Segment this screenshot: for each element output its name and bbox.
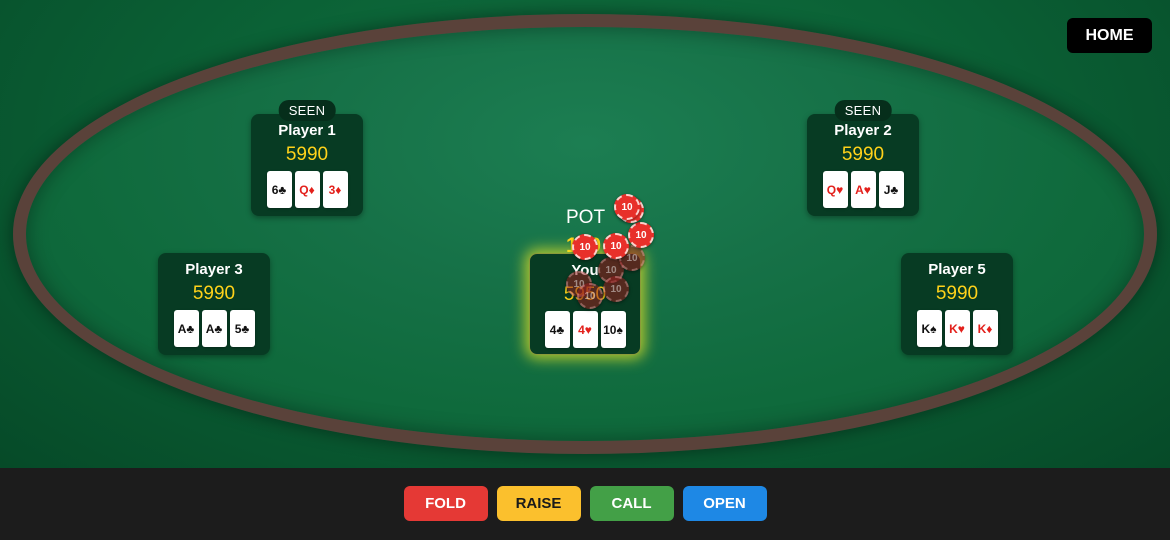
fold-button[interactable]: FOLD — [403, 486, 488, 521]
player-hand: Q♥ A♥ J♣ — [807, 171, 919, 208]
player-hand: 4♣ 4♥ 10♠ — [530, 311, 640, 348]
player-hand: A♣ A♣ 5♣ — [158, 310, 270, 347]
open-button[interactable]: OPEN — [682, 486, 767, 521]
poker-chip: 10 — [572, 234, 598, 260]
seen-badge: SEEN — [834, 100, 892, 121]
playing-card: 6♣ — [266, 171, 292, 208]
poker-chip: 10 — [603, 233, 629, 259]
player-name: Player 5 — [928, 261, 986, 278]
playing-card: Q♥ — [822, 171, 848, 208]
playing-card: Q♦ — [294, 171, 320, 208]
poker-chip: 10 — [614, 194, 640, 220]
player-chip-count: 5990 — [285, 144, 329, 165]
playing-card: A♣ — [201, 310, 227, 347]
playing-card: 10♠ — [600, 311, 626, 348]
player-chip-count: 5990 — [192, 283, 236, 304]
player-seat-2: SEEN Player 2 5990 Q♥ A♥ J♣ — [807, 100, 919, 216]
poker-chip: 10 — [628, 222, 654, 248]
player-name: Player 3 — [185, 261, 243, 278]
playing-card: K♥ — [944, 310, 970, 347]
playing-card: J♣ — [878, 171, 904, 208]
poker-table-screen: HOME SEEN Player 1 5990 6♣ Q♦ 3♦ SEEN Pl… — [0, 0, 1170, 540]
playing-card: 4♥ — [572, 311, 598, 348]
player-name: Player 2 — [834, 122, 892, 139]
call-button[interactable]: CALL — [589, 486, 674, 521]
player-hand: K♠ K♥ K♦ — [901, 310, 1013, 347]
playing-card: 5♣ — [229, 310, 255, 347]
action-buttons: FOLD RAISE CALL OPEN — [0, 486, 1170, 521]
playing-card: 3♦ — [322, 171, 348, 208]
player-seat-3: Player 3 5990 A♣ A♣ 5♣ — [158, 253, 270, 355]
player-name: Player 1 — [278, 122, 336, 139]
player-chip-count: 5990 — [841, 144, 885, 165]
player-chip-count: 5990 — [935, 283, 979, 304]
pot-label: POT — [566, 207, 606, 228]
playing-card: 4♣ — [544, 311, 570, 348]
playing-card: K♠ — [916, 310, 942, 347]
raise-button[interactable]: RAISE — [496, 486, 581, 521]
poker-chip: 10 — [603, 276, 629, 302]
action-bar: FOLD RAISE CALL OPEN — [0, 468, 1170, 540]
player-seat-5: Player 5 5990 K♠ K♥ K♦ — [901, 253, 1013, 355]
home-button[interactable]: HOME — [1067, 18, 1152, 53]
seen-badge: SEEN — [278, 100, 336, 121]
poker-chip: 10 — [577, 283, 603, 309]
player-hand: 6♣ Q♦ 3♦ — [251, 171, 363, 208]
playing-card: A♣ — [173, 310, 199, 347]
player-seat-1: SEEN Player 1 5990 6♣ Q♦ 3♦ — [251, 100, 363, 216]
playing-card: K♦ — [972, 310, 998, 347]
playing-card: A♥ — [850, 171, 876, 208]
